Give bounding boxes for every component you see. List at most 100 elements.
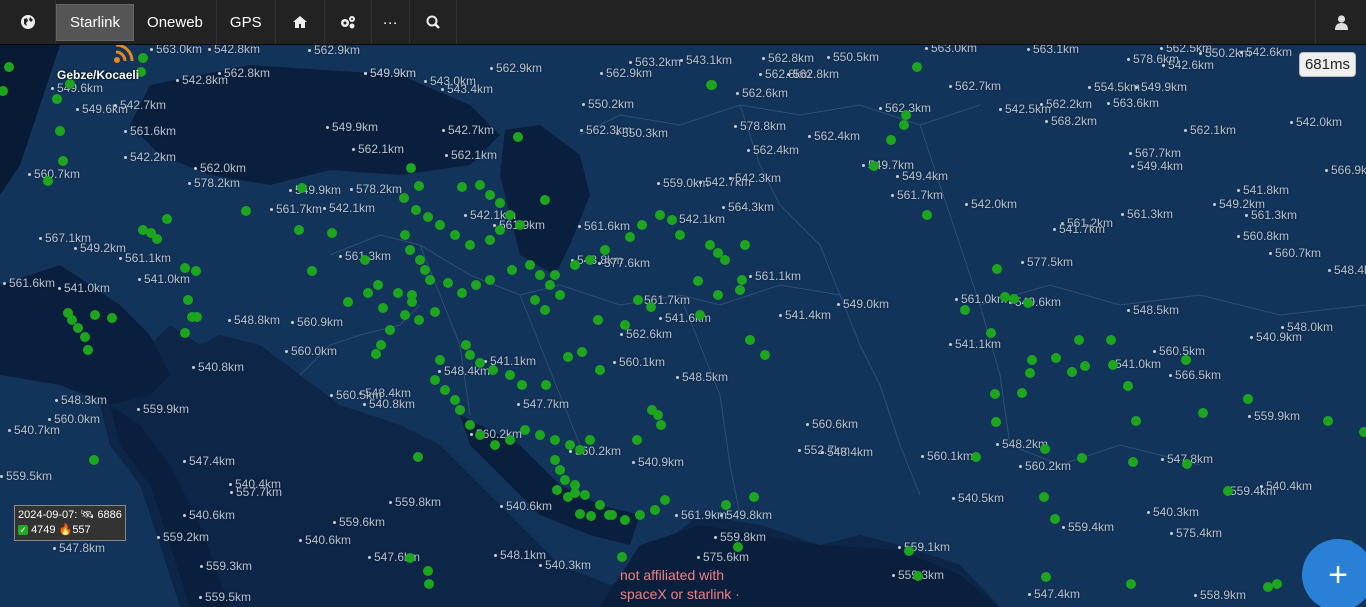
satellite-marker[interactable]: [707, 80, 717, 90]
satellite-marker[interactable]: [1074, 335, 1084, 345]
satellite-marker[interactable]: [585, 255, 595, 265]
tab-starlink[interactable]: Starlink: [56, 4, 135, 41]
satellite-marker[interactable]: [405, 553, 415, 563]
satellite-marker[interactable]: [540, 195, 550, 205]
satellite-marker[interactable]: [507, 265, 517, 275]
satellite-marker[interactable]: [297, 183, 307, 193]
satellite-marker[interactable]: [635, 510, 645, 520]
satellite-marker[interactable]: [406, 163, 416, 173]
satellite-marker[interactable]: [485, 235, 495, 245]
satellite-marker[interactable]: [430, 375, 440, 385]
satellite-marker[interactable]: [713, 290, 723, 300]
satellite-marker[interactable]: [423, 212, 433, 222]
satellite-marker[interactable]: [1108, 360, 1118, 370]
satellite-marker[interactable]: [620, 515, 630, 525]
satellite-marker[interactable]: [655, 210, 665, 220]
satellite-marker[interactable]: [1009, 294, 1019, 304]
satellite-marker[interactable]: [604, 510, 614, 520]
satellite-marker[interactable]: [461, 340, 471, 350]
satellite-marker[interactable]: [465, 240, 475, 250]
satellite-marker[interactable]: [385, 325, 395, 335]
satellite-marker[interactable]: [183, 295, 193, 305]
satellite-marker[interactable]: [457, 182, 467, 192]
search-button[interactable]: [410, 0, 457, 44]
satellite-marker[interactable]: [580, 490, 590, 500]
satellite-marker[interactable]: [1131, 416, 1141, 426]
satellite-marker[interactable]: [550, 455, 560, 465]
satellite-marker[interactable]: [435, 220, 445, 230]
satellite-marker[interactable]: [495, 198, 505, 208]
satellite-marker[interactable]: [1023, 298, 1033, 308]
satellite-marker[interactable]: [922, 210, 932, 220]
satellite-marker[interactable]: [415, 255, 425, 265]
satellite-marker[interactable]: [327, 228, 337, 238]
satellite-marker[interactable]: [43, 176, 53, 186]
satellite-marker[interactable]: [485, 190, 495, 200]
satellite-marker[interactable]: [83, 345, 93, 355]
satellite-marker[interactable]: [869, 161, 879, 171]
satellite-marker[interactable]: [455, 405, 465, 415]
satellite-marker[interactable]: [637, 220, 647, 230]
satellite-marker[interactable]: [4, 62, 14, 72]
satellite-marker[interactable]: [733, 542, 743, 552]
satellite-marker[interactable]: [414, 181, 424, 191]
satellite-marker[interactable]: [971, 452, 981, 462]
satellite-marker[interactable]: [423, 566, 433, 576]
satellite-marker[interactable]: [620, 320, 630, 330]
satellite-marker[interactable]: [560, 475, 570, 485]
satellite-marker[interactable]: [991, 417, 1001, 427]
satellite-marker[interactable]: [595, 500, 605, 510]
satellite-marker[interactable]: [450, 395, 460, 405]
satellite-marker[interactable]: [424, 579, 434, 589]
satellite-marker[interactable]: [660, 495, 670, 505]
satellite-marker[interactable]: [1223, 486, 1233, 496]
satellite-marker[interactable]: [593, 315, 603, 325]
satellite-marker[interactable]: [1077, 453, 1087, 463]
satellite-marker[interactable]: [530, 295, 540, 305]
satellite-marker[interactable]: [440, 385, 450, 395]
satellite-marker[interactable]: [633, 295, 643, 305]
satellite-marker[interactable]: [1017, 388, 1027, 398]
satellite-marker[interactable]: [550, 270, 560, 280]
satellite-marker[interactable]: [667, 215, 677, 225]
satellite-marker[interactable]: [475, 358, 485, 368]
satellite-marker[interactable]: [407, 297, 417, 307]
globe-icon-button[interactable]: [0, 0, 56, 44]
satellite-marker[interactable]: [443, 278, 453, 288]
add-button[interactable]: +: [1302, 539, 1366, 607]
satellite-marker[interactable]: [912, 62, 922, 72]
satellite-marker[interactable]: [425, 275, 435, 285]
satellite-marker[interactable]: [138, 53, 148, 63]
satellite-marker[interactable]: [399, 193, 409, 203]
satellite-marker[interactable]: [517, 380, 527, 390]
satellite-marker[interactable]: [1181, 355, 1191, 365]
satellite-marker[interactable]: [363, 288, 373, 298]
satellite-marker[interactable]: [490, 440, 500, 450]
satellite-marker[interactable]: [505, 370, 515, 380]
satellite-marker[interactable]: [1050, 514, 1060, 524]
satellite-marker[interactable]: [886, 135, 896, 145]
satellite-marker[interactable]: [720, 255, 730, 265]
satellite-marker[interactable]: [600, 245, 610, 255]
satellite-marker[interactable]: [1041, 572, 1051, 582]
tab-gps[interactable]: GPS: [217, 0, 276, 44]
satellite-marker[interactable]: [586, 511, 596, 521]
satellite-marker[interactable]: [400, 310, 410, 320]
satellite-marker[interactable]: [488, 365, 498, 375]
satellite-marker[interactable]: [555, 465, 565, 475]
satellite-marker[interactable]: [1198, 408, 1208, 418]
satellite-marker[interactable]: [541, 380, 551, 390]
satellite-marker[interactable]: [465, 420, 475, 430]
satellite-map[interactable]: 563.0km 542.8km 562.9km 549.9km 543.0km 562.9…: [0, 45, 1366, 607]
satellite-marker[interactable]: [992, 264, 1002, 274]
satellite-marker[interactable]: [525, 260, 535, 270]
satellite-marker[interactable]: [575, 509, 585, 519]
satellite-marker[interactable]: [457, 288, 467, 298]
satellite-marker[interactable]: [1243, 394, 1253, 404]
satellite-marker[interactable]: [577, 347, 587, 357]
tab-oneweb[interactable]: Oneweb: [134, 0, 217, 44]
satellite-marker[interactable]: [73, 323, 83, 333]
satellite-marker[interactable]: [749, 492, 759, 502]
satellite-marker[interactable]: [1359, 427, 1366, 437]
satellite-marker[interactable]: [107, 313, 117, 323]
